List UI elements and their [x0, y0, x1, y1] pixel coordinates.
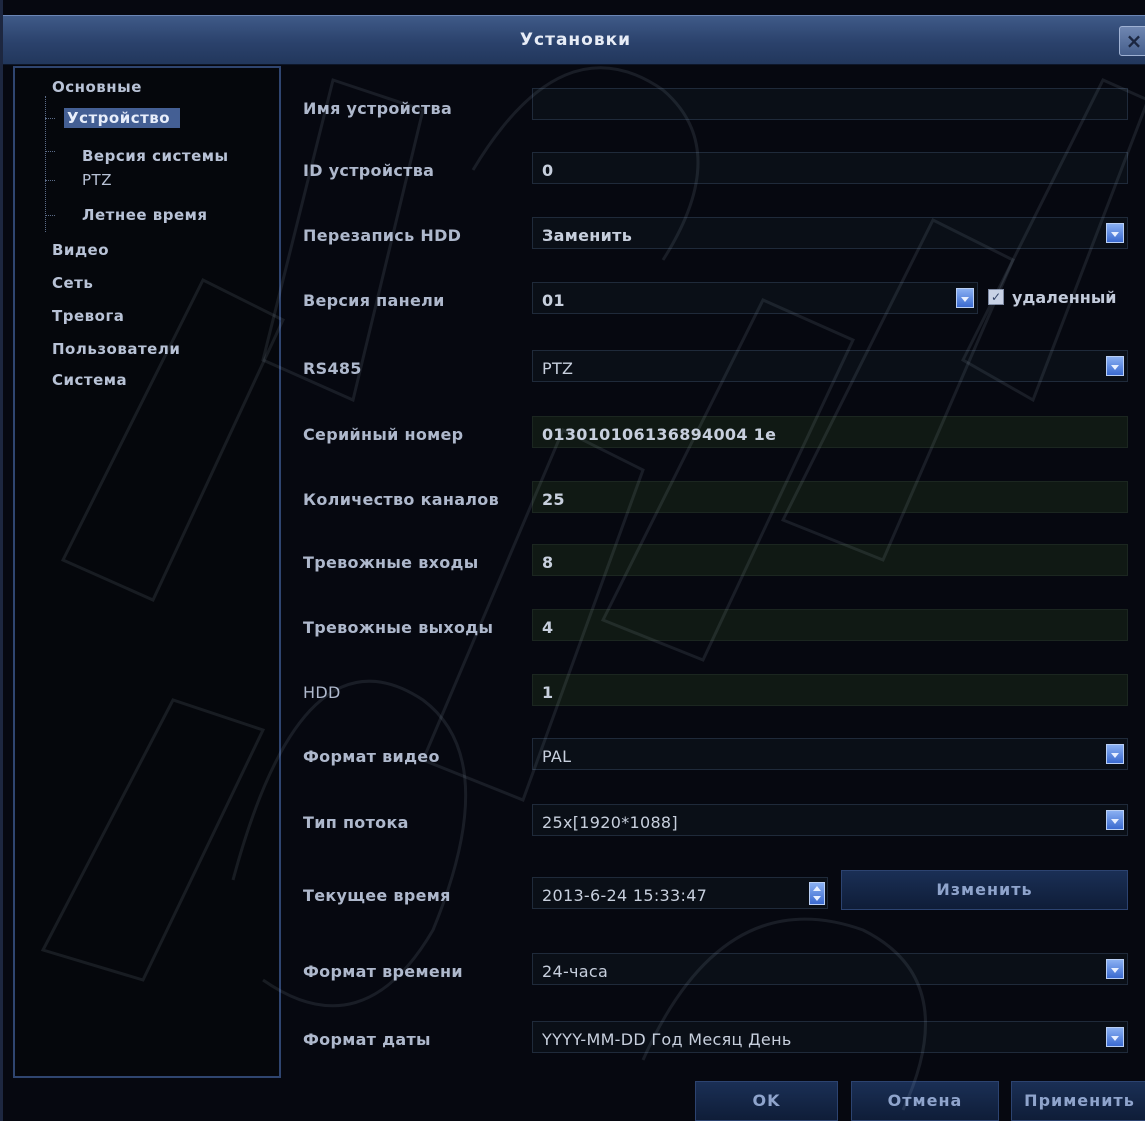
- time-format-value: 24-часа: [542, 962, 609, 981]
- chevron-down-icon[interactable]: [1106, 223, 1124, 243]
- tree-branch-line: [45, 96, 46, 232]
- channel-count-label: Количество каналов: [303, 490, 500, 509]
- rs485-select[interactable]: PTZ: [532, 350, 1128, 382]
- serial-number-value: 013010106136894004 1e: [532, 416, 1128, 448]
- tree-branch-line: [45, 151, 55, 152]
- device-name-input[interactable]: [532, 88, 1128, 120]
- remote-checkbox[interactable]: ✓: [988, 289, 1004, 305]
- device-name-label: Имя устройства: [303, 99, 453, 118]
- alarm-inputs-label: Тревожные входы: [303, 553, 479, 572]
- video-format-label: Формат видео: [303, 747, 440, 766]
- panel-version-value: 01: [542, 291, 565, 310]
- tree-branch-line: [45, 118, 55, 119]
- video-format-select[interactable]: PAL: [532, 738, 1128, 770]
- close-button[interactable]: ×: [1119, 26, 1145, 56]
- device-id-input[interactable]: 0: [532, 152, 1128, 184]
- rs485-label: RS485: [303, 359, 362, 378]
- chevron-down-icon[interactable]: [1106, 959, 1124, 979]
- change-time-button[interactable]: Изменить: [841, 870, 1128, 910]
- ok-button[interactable]: OK: [695, 1081, 838, 1121]
- current-time-label: Текущее время: [303, 886, 451, 905]
- tree-item-video[interactable]: Видео: [52, 240, 109, 260]
- time-format-label: Формат времени: [303, 962, 463, 981]
- alarm-inputs-value: 8: [532, 544, 1128, 576]
- date-format-value: YYYY-MM-DD Год Месяц День: [542, 1030, 792, 1049]
- apply-button[interactable]: Применить: [1011, 1081, 1145, 1121]
- window-title: Установки: [519, 30, 632, 50]
- tree-branch-line: [45, 215, 55, 216]
- rs485-value: PTZ: [542, 359, 574, 378]
- settings-window: Установки × Основные Устройство Версия с…: [0, 0, 1145, 1121]
- title-bar[interactable]: Установки ×: [3, 15, 1145, 65]
- time-format-select[interactable]: 24-часа: [532, 953, 1128, 985]
- cancel-button[interactable]: Отмена: [851, 1081, 999, 1121]
- alarm-outputs-label: Тревожные выходы: [303, 618, 494, 637]
- device-id-label: ID устройства: [303, 161, 435, 180]
- hdd-value: 1: [532, 674, 1128, 706]
- tree-item-users[interactable]: Пользователи: [52, 339, 180, 359]
- stream-type-value: 25x[1920*1088]: [542, 813, 678, 832]
- chevron-down-icon[interactable]: [1106, 356, 1124, 376]
- stream-type-label: Тип потока: [303, 813, 409, 832]
- chevron-down-icon[interactable]: [1106, 744, 1124, 764]
- chevron-down-icon[interactable]: [956, 288, 974, 308]
- stream-type-select[interactable]: 25x[1920*1088]: [532, 804, 1128, 836]
- chevron-down-icon[interactable]: [1106, 1027, 1124, 1047]
- tree-item-daylight-saving[interactable]: Летнее время: [82, 205, 208, 225]
- date-format-select[interactable]: YYYY-MM-DD Год Месяц День: [532, 1021, 1128, 1053]
- tree-item-network[interactable]: Сеть: [52, 273, 93, 293]
- video-format-value: PAL: [542, 747, 572, 766]
- serial-number-label: Серийный номер: [303, 425, 464, 444]
- current-time-value: 2013-6-24 15:33:47: [542, 886, 708, 905]
- tree-item-alarm[interactable]: Тревога: [52, 306, 124, 326]
- settings-tree: Основные Устройство Версия системы PTZ Л…: [13, 66, 281, 1078]
- spinner-icon[interactable]: [809, 882, 825, 905]
- tree-item-basic[interactable]: Основные: [52, 77, 142, 97]
- current-time-input[interactable]: 2013-6-24 15:33:47: [532, 877, 828, 909]
- channel-count-value: 25: [532, 481, 1128, 513]
- tree-item-device[interactable]: Устройство: [64, 108, 181, 128]
- tree-item-system-version[interactable]: Версия системы: [82, 146, 229, 166]
- tree-item-system[interactable]: Система: [52, 370, 127, 390]
- panel-version-select[interactable]: 01: [532, 282, 978, 314]
- hdd-overwrite-label: Перезапись HDD: [303, 226, 462, 245]
- panel-version-label: Версия панели: [303, 291, 445, 310]
- hdd-overwrite-select[interactable]: Заменить: [532, 217, 1128, 249]
- hdd-overwrite-value: Заменить: [542, 226, 633, 245]
- tree-item-ptz[interactable]: PTZ: [82, 170, 112, 190]
- alarm-outputs-value: 4: [532, 609, 1128, 641]
- date-format-label: Формат даты: [303, 1030, 431, 1049]
- hdd-label: HDD: [303, 683, 341, 702]
- chevron-down-icon[interactable]: [1106, 810, 1124, 830]
- tree-branch-line: [45, 180, 55, 181]
- remote-checkbox-label: удаленный: [1012, 288, 1117, 307]
